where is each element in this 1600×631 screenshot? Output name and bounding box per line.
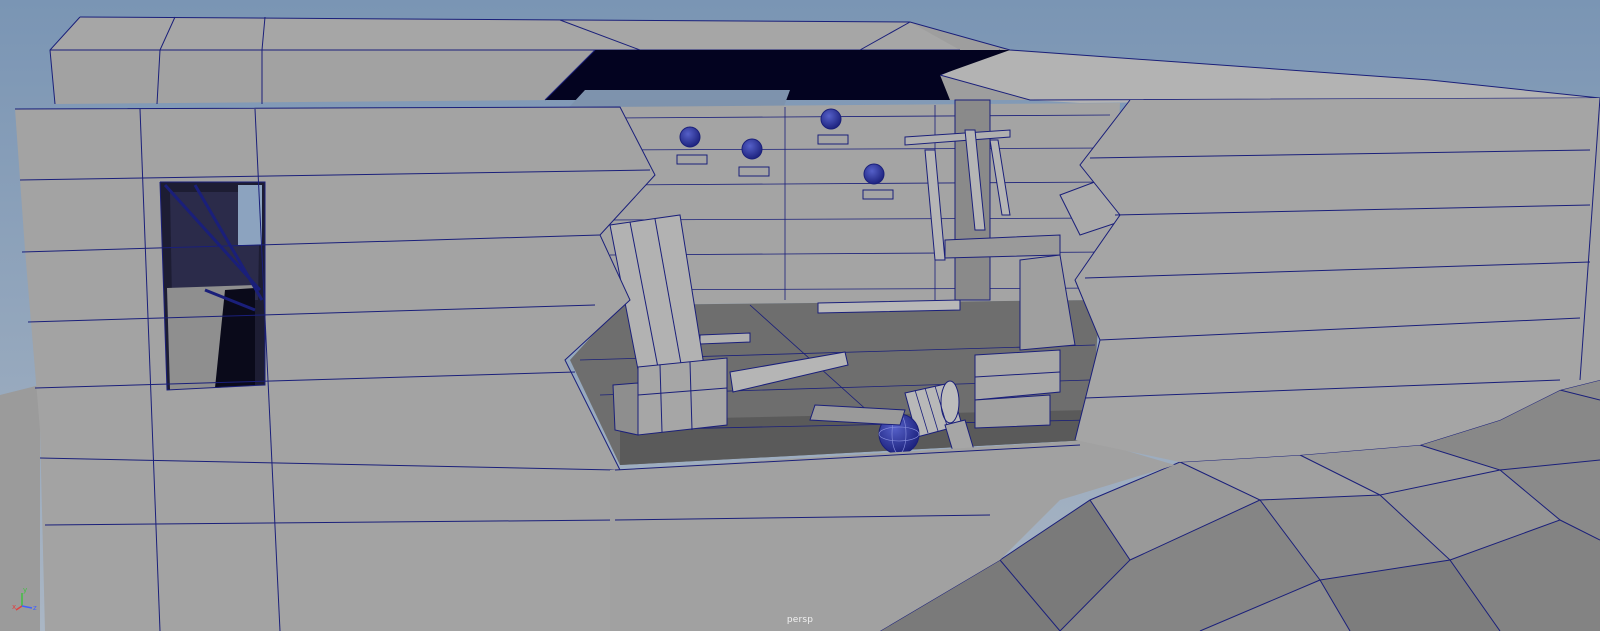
- axis-gizmo: y x z: [12, 586, 42, 614]
- viewport-scene[interactable]: [0, 0, 1600, 631]
- axis-label-x: x: [12, 603, 17, 611]
- axis-label-y: y: [23, 586, 28, 594]
- maya-perspective-viewport[interactable]: y x z persp: [0, 0, 1600, 631]
- hull-main-left: [14, 106, 656, 631]
- axis-label-z: z: [33, 604, 37, 612]
- camera-label: persp: [786, 615, 814, 625]
- hull-main-right: [1074, 97, 1600, 462]
